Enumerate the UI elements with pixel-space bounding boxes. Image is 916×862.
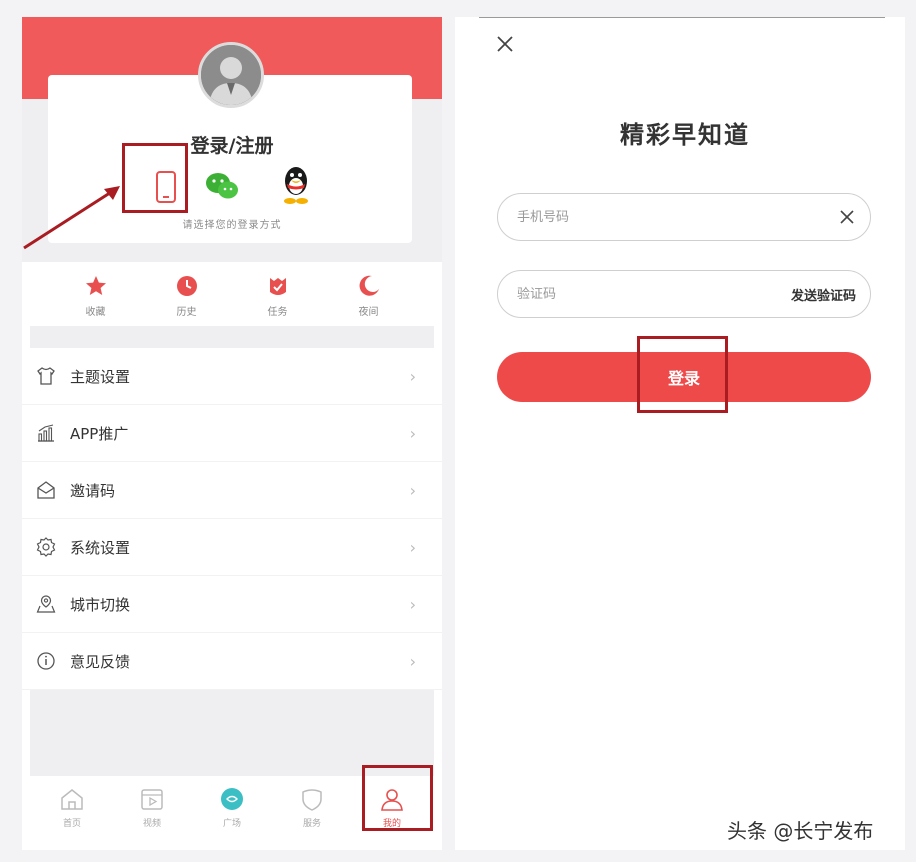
tab-label: 首页 bbox=[62, 818, 81, 829]
menu-item-label: 城市切换 bbox=[70, 595, 131, 614]
menu-item-switch-city[interactable]: 城市切换 › bbox=[22, 576, 442, 633]
page-title: 精彩早知道 bbox=[620, 121, 750, 149]
shortcut-favorites[interactable]: 收藏 bbox=[66, 270, 126, 326]
shortcut-label: 夜间 bbox=[358, 307, 379, 318]
clear-input-icon[interactable] bbox=[838, 208, 856, 226]
section-divider bbox=[30, 326, 434, 348]
star-icon bbox=[85, 276, 106, 295]
phone-number-input[interactable] bbox=[515, 208, 838, 226]
menu-item-theme[interactable]: 主题设置 › bbox=[22, 348, 442, 405]
shortcut-row: 收藏 历史 任务 夜间 bbox=[22, 270, 442, 326]
square-icon bbox=[221, 787, 243, 810]
menu-item-invite-code[interactable]: 邀请码 › bbox=[22, 462, 442, 519]
chevron-right-icon: › bbox=[409, 537, 416, 557]
qq-login-icon[interactable] bbox=[278, 163, 314, 207]
tab-square[interactable]: 广场 bbox=[206, 786, 258, 829]
chevron-right-icon: › bbox=[409, 594, 416, 614]
shirt-icon bbox=[37, 367, 55, 385]
menu-item-label: 意见反馈 bbox=[70, 652, 131, 671]
login-screen: 精彩早知道 发送验证码 登录 bbox=[455, 17, 905, 850]
tab-video[interactable]: 视频 bbox=[126, 786, 178, 829]
top-divider bbox=[479, 17, 885, 18]
menu-item-label: APP推广 bbox=[70, 424, 129, 443]
clock-icon bbox=[176, 276, 197, 296]
chevron-right-icon: › bbox=[409, 423, 416, 443]
tab-home[interactable]: 首页 bbox=[46, 786, 98, 829]
tab-label: 广场 bbox=[222, 818, 241, 829]
watermark: 头条 @长宁发布 bbox=[727, 819, 874, 843]
verification-code-input[interactable] bbox=[515, 285, 791, 303]
tab-service[interactable]: 服务 bbox=[286, 786, 338, 829]
tab-label: 服务 bbox=[302, 818, 321, 829]
service-icon bbox=[302, 788, 322, 811]
menu-item-label: 邀请码 bbox=[70, 481, 116, 500]
menu-item-app-promotion[interactable]: APP推广 › bbox=[22, 405, 442, 462]
shortcut-history[interactable]: 历史 bbox=[157, 270, 217, 326]
home-icon bbox=[61, 788, 83, 810]
gear-icon bbox=[36, 537, 56, 557]
envelope-icon bbox=[37, 481, 55, 499]
avatar[interactable] bbox=[198, 42, 264, 108]
login-register-title[interactable]: 登录/注册 bbox=[22, 131, 442, 158]
menu-item-feedback[interactable]: 意见反馈 › bbox=[22, 633, 442, 690]
shortcut-label: 收藏 bbox=[85, 307, 106, 318]
highlight-box-login-button bbox=[637, 336, 728, 413]
highlight-box-tab-me bbox=[362, 765, 433, 831]
settings-menu: 主题设置 › APP推广 › 邀请码 › 系统设置 › 城市切换 › 意见反馈 … bbox=[22, 348, 442, 690]
annotation-arrow bbox=[23, 186, 120, 250]
bottom-gray-area bbox=[30, 690, 434, 776]
tab-label: 视频 bbox=[142, 818, 161, 829]
chevron-right-icon: › bbox=[409, 366, 416, 386]
task-icon bbox=[269, 278, 286, 295]
wechat-login-icon[interactable] bbox=[203, 166, 243, 206]
shortcut-label: 任务 bbox=[267, 307, 288, 318]
menu-item-label: 系统设置 bbox=[70, 538, 131, 557]
chevron-right-icon: › bbox=[409, 651, 416, 671]
shortcut-label: 历史 bbox=[176, 307, 197, 318]
profile-screen: 登录/注册 请选择您的登录方式 收藏 历史 任务 夜间 主题设置 › APP推广… bbox=[22, 17, 442, 850]
verification-code-field: 发送验证码 bbox=[497, 270, 871, 318]
chart-icon bbox=[38, 424, 54, 442]
chevron-right-icon: › bbox=[409, 480, 416, 500]
location-icon bbox=[36, 595, 56, 613]
phone-number-field bbox=[497, 193, 871, 241]
moon-icon bbox=[359, 275, 379, 296]
send-code-button[interactable]: 发送验证码 bbox=[791, 285, 856, 304]
shortcut-night-mode[interactable]: 夜间 bbox=[339, 270, 399, 326]
menu-item-label: 主题设置 bbox=[70, 367, 131, 386]
highlight-box-phone-login bbox=[122, 143, 188, 213]
menu-item-system-settings[interactable]: 系统设置 › bbox=[22, 519, 442, 576]
video-icon bbox=[141, 788, 163, 810]
info-icon bbox=[37, 652, 55, 670]
shortcut-tasks[interactable]: 任务 bbox=[248, 270, 308, 326]
close-icon[interactable] bbox=[493, 32, 517, 56]
